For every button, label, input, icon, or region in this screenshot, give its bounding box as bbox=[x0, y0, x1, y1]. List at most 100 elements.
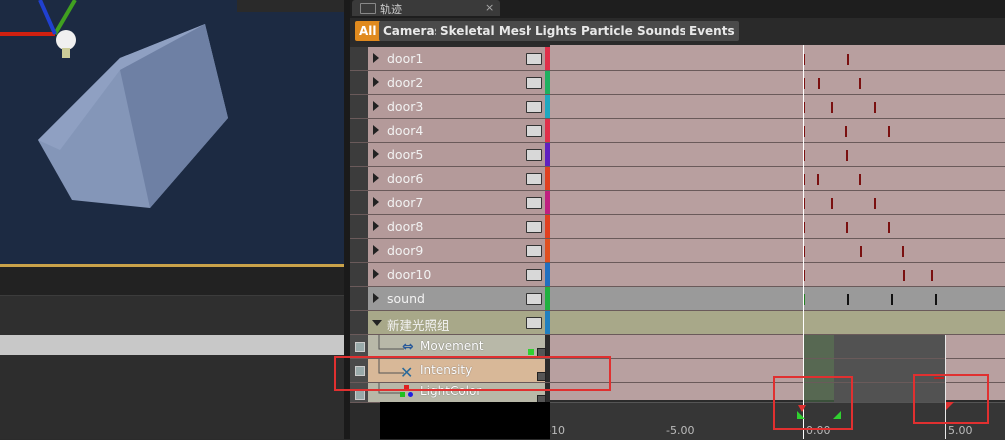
expand-arrow-icon[interactable] bbox=[373, 245, 379, 255]
folder-icon[interactable] bbox=[526, 173, 542, 185]
expand-arrow-icon[interactable] bbox=[373, 125, 379, 135]
track-name: door8 bbox=[387, 219, 424, 234]
track-row[interactable]: door1 bbox=[350, 47, 1005, 71]
keyframe[interactable] bbox=[847, 54, 849, 65]
track-row[interactable]: door9 bbox=[350, 239, 1005, 263]
track-row[interactable]: door6 bbox=[350, 167, 1005, 191]
expand-arrow-icon[interactable] bbox=[373, 53, 379, 63]
collapse-arrow-icon[interactable] bbox=[372, 320, 382, 326]
folder-icon[interactable] bbox=[526, 101, 542, 113]
keyframe[interactable] bbox=[874, 198, 876, 209]
track-lane[interactable] bbox=[550, 191, 1005, 214]
track-row-sound[interactable]: sound bbox=[350, 287, 1005, 311]
enable-checkbox[interactable] bbox=[355, 342, 365, 352]
track-row[interactable]: door3 bbox=[350, 95, 1005, 119]
keyframe[interactable] bbox=[935, 294, 937, 305]
left-panel-body bbox=[0, 355, 344, 439]
left-panel-bar bbox=[0, 335, 344, 355]
track-name: door6 bbox=[387, 171, 424, 186]
keyframe[interactable] bbox=[888, 126, 890, 137]
track-name: door4 bbox=[387, 123, 424, 138]
light-bulb-icon bbox=[56, 30, 76, 50]
filter-all-button[interactable]: All bbox=[355, 21, 381, 41]
track-lane[interactable] bbox=[550, 311, 1005, 334]
track-row[interactable]: door4 bbox=[350, 119, 1005, 143]
keyframe[interactable] bbox=[931, 270, 933, 281]
left-panel-header bbox=[0, 295, 344, 336]
tab-icon bbox=[360, 3, 376, 14]
close-icon[interactable]: × bbox=[485, 1, 494, 14]
keyframe[interactable] bbox=[903, 270, 905, 281]
keyframe[interactable] bbox=[859, 78, 861, 89]
expand-arrow-icon[interactable] bbox=[373, 77, 379, 87]
viewport-scene bbox=[0, 0, 344, 266]
tab-title: 轨迹 bbox=[380, 3, 402, 16]
keyframe[interactable] bbox=[847, 294, 849, 305]
folder-icon[interactable] bbox=[526, 125, 542, 137]
track-lane[interactable] bbox=[550, 167, 1005, 190]
subtrack-name: Movement bbox=[420, 339, 484, 353]
track-name: door9 bbox=[387, 243, 424, 258]
occluded-area bbox=[380, 402, 550, 439]
track-name: door2 bbox=[387, 75, 424, 90]
filter-lights-button[interactable]: Lights bbox=[531, 21, 581, 41]
track-lane[interactable] bbox=[550, 119, 1005, 142]
track-name: door7 bbox=[387, 195, 424, 210]
track-name: sound bbox=[387, 291, 425, 306]
keyframe[interactable] bbox=[891, 294, 893, 305]
level-viewport[interactable] bbox=[0, 0, 344, 266]
filter-events-button[interactable]: Events bbox=[685, 21, 739, 41]
folder-icon[interactable] bbox=[526, 197, 542, 209]
track-row[interactable]: door7 bbox=[350, 191, 1005, 215]
expand-arrow-icon[interactable] bbox=[373, 197, 379, 207]
expand-arrow-icon[interactable] bbox=[373, 101, 379, 111]
keyframe[interactable] bbox=[831, 198, 833, 209]
folder-icon[interactable] bbox=[526, 149, 542, 161]
track-row[interactable]: door8 bbox=[350, 215, 1005, 239]
track-lane[interactable] bbox=[550, 143, 1005, 166]
expand-arrow-icon[interactable] bbox=[373, 173, 379, 183]
annotation-box-start bbox=[773, 376, 853, 430]
keyframe[interactable] bbox=[874, 102, 876, 113]
folder-icon[interactable] bbox=[526, 245, 542, 257]
keyframe[interactable] bbox=[846, 150, 848, 161]
curve-toggle-icon[interactable] bbox=[528, 349, 534, 355]
expand-arrow-icon[interactable] bbox=[373, 293, 379, 303]
expand-arrow-icon[interactable] bbox=[373, 269, 379, 279]
track-name: 新建光照组 bbox=[387, 318, 450, 333]
filter-sounds-button[interactable]: Sounds bbox=[633, 21, 691, 41]
keyframe[interactable] bbox=[831, 102, 833, 113]
track-lane[interactable] bbox=[550, 47, 1005, 70]
folder-icon[interactable] bbox=[526, 53, 542, 65]
keyframe[interactable] bbox=[860, 246, 862, 257]
track-lane[interactable] bbox=[550, 71, 1005, 94]
keyframe[interactable] bbox=[846, 222, 848, 233]
track-lane[interactable] bbox=[550, 95, 1005, 118]
track-row-light-group[interactable]: 新建光照组 bbox=[350, 311, 1005, 335]
keyframe[interactable] bbox=[845, 126, 847, 137]
keyframe[interactable] bbox=[859, 174, 861, 185]
track-row[interactable]: door5 bbox=[350, 143, 1005, 167]
track-lane[interactable] bbox=[550, 215, 1005, 238]
expand-arrow-icon[interactable] bbox=[373, 149, 379, 159]
folder-icon[interactable] bbox=[526, 269, 542, 281]
folder-icon[interactable] bbox=[526, 317, 542, 329]
left-toolbar bbox=[0, 267, 344, 295]
track-row[interactable]: door10 bbox=[350, 263, 1005, 287]
keyframe[interactable] bbox=[902, 246, 904, 257]
expand-arrow-icon[interactable] bbox=[373, 221, 379, 231]
track-lane[interactable] bbox=[550, 287, 1005, 310]
track-lane[interactable] bbox=[550, 239, 1005, 262]
folder-icon[interactable] bbox=[526, 293, 542, 305]
track-name: door1 bbox=[387, 51, 424, 66]
folder-icon[interactable] bbox=[526, 221, 542, 233]
keyframe[interactable] bbox=[817, 174, 819, 185]
keyframe[interactable] bbox=[888, 222, 890, 233]
annotation-box-intensity bbox=[334, 356, 611, 391]
keyframe[interactable] bbox=[818, 78, 820, 89]
enable-checkbox[interactable] bbox=[355, 390, 365, 400]
folder-icon[interactable] bbox=[526, 77, 542, 89]
track-lane[interactable] bbox=[550, 263, 1005, 286]
track-row[interactable]: door2 bbox=[350, 71, 1005, 95]
ruler-tick-label: -5.00 bbox=[666, 424, 695, 437]
